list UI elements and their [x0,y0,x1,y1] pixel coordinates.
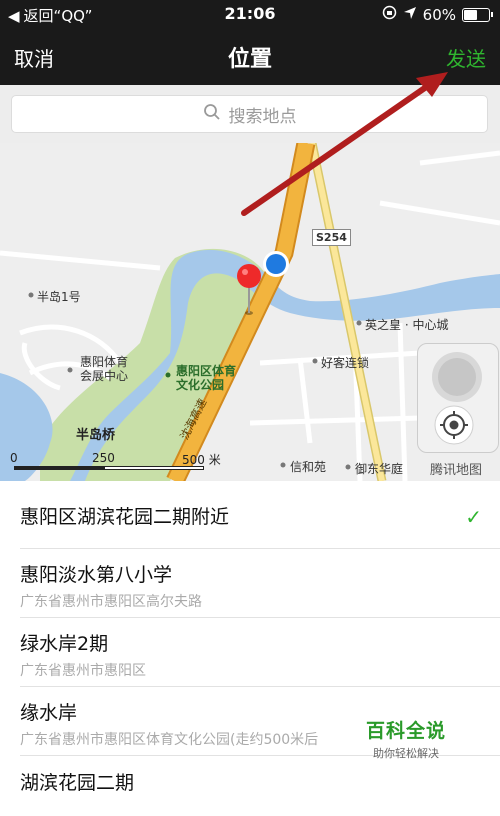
locate-me-button[interactable] [434,405,474,445]
page-title: 位置 [227,47,272,72]
poi-label: 惠阳体育 会展中心 [80,355,129,383]
poi-name: 惠阳淡水第八小学 [20,564,173,586]
rotation-lock-icon [382,5,397,24]
list-item[interactable]: 绿水岸2期 广东省惠州市惠阳区 [20,618,500,687]
battery-percent: 60% [422,5,456,24]
poi-label: 英之皇 · 中心城 [365,318,449,332]
poi-name: 绿水岸2期 [20,633,109,655]
navigation-bar: 取消 位置 发送 [0,28,500,85]
location-services-icon [403,6,417,24]
status-bar: ◀ 返回“QQ” 21:06 60% [0,0,500,28]
poi-label: 惠阳区体育 文化公园 [176,364,237,392]
poi-address: 广东省惠州市惠阳区 [20,663,146,679]
scale-start: 0 [10,451,18,465]
map-brand-logo: 腾讯地图 [430,463,483,478]
status-icons: 60% [382,5,493,24]
watermark-title: 百科全说 [366,720,447,742]
poi-label: 信和苑 [290,460,327,474]
bridge-label: 半岛桥 [76,428,116,443]
watermark-logo: 百科全说 助你轻松解决 [366,716,446,761]
poi-label: 好客连锁 [321,356,370,370]
search-placeholder: 搜索地点 [228,106,297,127]
search-input[interactable]: 搜索地点 [11,95,488,133]
road-shield-s254: S254 [312,229,351,246]
search-icon [203,103,221,126]
list-item[interactable]: 惠阳区湖滨花园二期附近 ✓ [20,481,500,549]
search-area: 搜索地点 [0,85,500,143]
send-button[interactable]: 发送 [446,43,486,72]
poi-label: 半岛1号 [37,290,81,304]
poi-address: 广东省惠州市惠阳区高尔夫路 [20,594,202,610]
scale-mid: 250 [92,451,115,465]
poi-name: 惠阳区湖滨花园二期附近 [20,506,230,528]
crosshair-icon [434,405,474,445]
list-item[interactable]: 湖滨花园二期 [20,756,500,816]
list-item[interactable]: 惠阳淡水第八小学 广东省惠州市惠阳区高尔夫路 [20,549,500,618]
checkmark-icon: ✓ [465,505,482,529]
poi-results-list: 惠阳区湖滨花园二期附近 ✓ 惠阳淡水第八小学 广东省惠州市惠阳区高尔夫路 绿水岸… [0,481,500,816]
watermark-subtitle: 助你轻松解决 [373,747,439,760]
map-view[interactable]: S254 半岛1号 惠阳体育 会展中心 惠阳区体育 文化公园 英之皇 · 中心城… [0,143,500,481]
poi-name: 湖滨花园二期 [20,772,135,794]
scale-bar [14,466,204,470]
poi-address: 广东省惠州市惠阳区体育文化公园(走约500米后 [20,732,319,748]
current-location-dot [263,251,289,277]
poi-label: 御东华庭 [355,462,404,476]
battery-icon [462,7,493,22]
